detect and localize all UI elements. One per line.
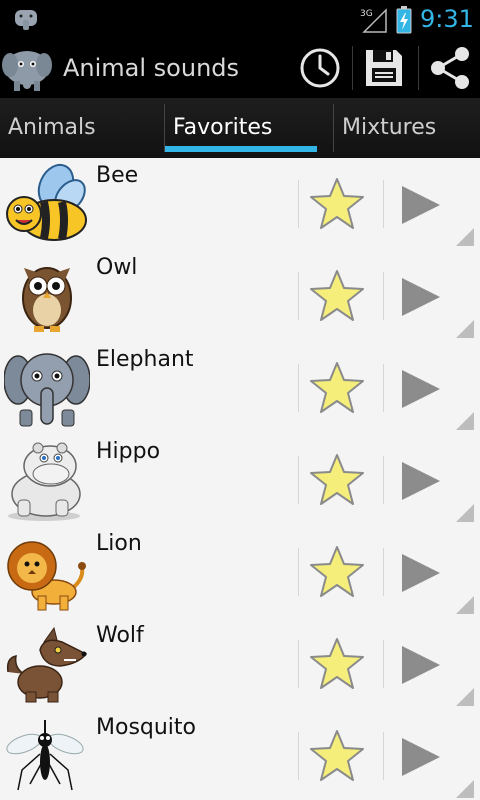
row-divider bbox=[383, 456, 384, 504]
bee-icon bbox=[6, 163, 87, 241]
app-logo-elephant-icon[interactable] bbox=[2, 43, 52, 93]
row-divider bbox=[298, 640, 299, 688]
list-item[interactable]: Bee bbox=[0, 158, 480, 251]
action-divider bbox=[352, 46, 353, 90]
corner-indicator-icon bbox=[456, 688, 474, 706]
animal-name: Hippo bbox=[96, 439, 161, 464]
row-divider bbox=[298, 180, 299, 228]
row-divider bbox=[298, 548, 299, 596]
status-bar: 3G 9:31 bbox=[0, 0, 480, 38]
list-item[interactable]: Owl bbox=[0, 250, 480, 343]
owl-icon bbox=[22, 267, 72, 332]
star-icon[interactable] bbox=[308, 360, 366, 416]
row-divider bbox=[383, 364, 384, 412]
corner-indicator-icon bbox=[456, 596, 474, 614]
row-divider bbox=[298, 456, 299, 504]
list-item[interactable]: Lion bbox=[0, 526, 480, 619]
row-divider bbox=[298, 732, 299, 780]
play-icon[interactable] bbox=[398, 276, 442, 318]
history-button[interactable] bbox=[294, 42, 346, 94]
star-icon[interactable] bbox=[308, 176, 366, 232]
star-icon[interactable] bbox=[308, 728, 366, 784]
clock-icon bbox=[300, 48, 340, 88]
status-time: 9:31 bbox=[420, 5, 474, 33]
list-item[interactable]: Mosquito bbox=[0, 710, 480, 800]
save-button[interactable] bbox=[358, 42, 410, 94]
tab-mixtures[interactable]: Mixtures bbox=[334, 98, 480, 158]
action-bar: Animal sounds bbox=[0, 38, 480, 98]
row-divider bbox=[383, 732, 384, 780]
elephant-icon bbox=[4, 353, 90, 427]
play-icon[interactable] bbox=[398, 644, 442, 686]
corner-indicator-icon bbox=[456, 412, 474, 430]
star-icon[interactable] bbox=[308, 452, 366, 508]
corner-indicator-icon bbox=[456, 320, 474, 338]
star-icon[interactable] bbox=[308, 636, 366, 692]
active-tab-indicator bbox=[165, 146, 317, 152]
list-item[interactable]: Elephant bbox=[0, 342, 480, 435]
star-icon[interactable] bbox=[308, 544, 366, 600]
signal-icon: 3G bbox=[360, 8, 387, 33]
play-icon[interactable] bbox=[398, 736, 442, 778]
corner-indicator-icon bbox=[456, 228, 474, 246]
star-icon[interactable] bbox=[308, 268, 366, 324]
animal-name: Wolf bbox=[96, 623, 144, 648]
elephant-notification-icon bbox=[15, 10, 37, 30]
play-icon[interactable] bbox=[398, 460, 442, 502]
play-icon[interactable] bbox=[398, 368, 442, 410]
animal-name: Owl bbox=[96, 255, 138, 280]
row-divider bbox=[298, 364, 299, 412]
tab-animals[interactable]: Animals bbox=[0, 98, 163, 158]
list-item[interactable]: Hippo bbox=[0, 434, 480, 527]
play-icon[interactable] bbox=[398, 184, 442, 226]
share-icon bbox=[431, 47, 469, 89]
corner-indicator-icon bbox=[456, 504, 474, 522]
row-divider bbox=[383, 640, 384, 688]
action-divider bbox=[418, 46, 419, 90]
battery-icon bbox=[396, 6, 412, 34]
wolf-icon bbox=[6, 626, 88, 703]
mosquito-icon bbox=[6, 720, 84, 791]
animal-name: Mosquito bbox=[96, 715, 197, 740]
play-icon[interactable] bbox=[398, 552, 442, 594]
animal-name: Lion bbox=[96, 531, 142, 556]
list-item[interactable]: Wolf bbox=[0, 618, 480, 711]
animal-name: Elephant bbox=[96, 347, 194, 372]
animal-name: Bee bbox=[96, 163, 139, 188]
animal-list: Bee Owl Elephant Hippo Lion Wolf Mosquit… bbox=[0, 158, 480, 800]
row-divider bbox=[383, 272, 384, 320]
share-button[interactable] bbox=[424, 42, 476, 94]
row-divider bbox=[298, 272, 299, 320]
corner-indicator-icon bbox=[456, 780, 474, 798]
row-divider bbox=[383, 548, 384, 596]
app-title: Animal sounds bbox=[63, 54, 240, 82]
lion-icon bbox=[7, 541, 86, 611]
save-icon bbox=[366, 50, 402, 86]
network-type: 3G bbox=[360, 9, 373, 19]
row-divider bbox=[383, 180, 384, 228]
hippo-icon bbox=[8, 442, 81, 521]
